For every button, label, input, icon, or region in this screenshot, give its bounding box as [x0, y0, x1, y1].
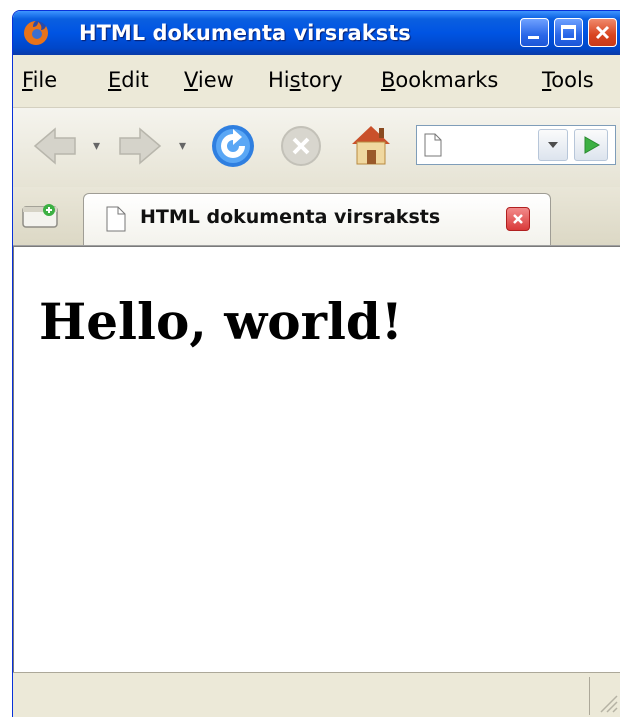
- status-separator: [589, 677, 590, 715]
- menu-edit[interactable]: Edit: [108, 68, 149, 92]
- forward-arrow-icon[interactable]: [118, 126, 162, 166]
- page-icon: [106, 206, 126, 232]
- close-icon: [595, 25, 610, 40]
- title-bar[interactable]: HTML dokumenta virsraksts: [13, 11, 620, 55]
- forward-dropdown-icon[interactable]: ▾: [179, 138, 186, 154]
- firefox-icon: [24, 21, 48, 45]
- tab-title: HTML dokumenta virsraksts: [140, 206, 441, 228]
- reload-icon[interactable]: [209, 122, 257, 170]
- url-input[interactable]: [447, 132, 541, 160]
- maximize-button[interactable]: [554, 18, 583, 47]
- url-dropdown-button[interactable]: [538, 129, 568, 161]
- navigation-toolbar: ▾ ▾: [13, 107, 620, 188]
- tab-strip: HTML dokumenta virsraksts: [13, 187, 620, 246]
- menu-file[interactable]: File: [22, 68, 57, 92]
- home-icon[interactable]: [348, 122, 394, 168]
- menu-tools[interactable]: Tools: [542, 68, 594, 92]
- go-button[interactable]: [574, 129, 608, 161]
- url-bar[interactable]: [416, 125, 616, 165]
- status-bar: [13, 672, 620, 717]
- browser-window: HTML dokumenta virsraksts File Edit View…: [12, 10, 620, 717]
- menu-bar: File Edit View History Bookmarks Tools: [13, 55, 620, 107]
- back-dropdown-icon[interactable]: ▾: [93, 138, 100, 154]
- close-icon: [513, 214, 523, 224]
- new-tab-icon[interactable]: [21, 201, 61, 231]
- maximize-icon: [561, 25, 576, 40]
- tab-close-button[interactable]: [506, 207, 530, 231]
- back-arrow-icon[interactable]: [33, 126, 77, 166]
- minimize-icon: [528, 36, 539, 39]
- minimize-button[interactable]: [520, 18, 549, 47]
- stop-icon[interactable]: [279, 124, 323, 168]
- menu-bookmarks[interactable]: Bookmarks: [381, 68, 498, 92]
- page-icon: [424, 133, 442, 157]
- go-arrow-icon: [584, 136, 601, 154]
- resize-grip-icon[interactable]: [595, 690, 619, 714]
- page-heading: Hello, world!: [39, 292, 403, 351]
- menu-history[interactable]: History: [268, 68, 343, 92]
- window-title: HTML dokumenta virsraksts: [79, 21, 411, 45]
- tab-active[interactable]: HTML dokumenta virsraksts: [83, 193, 551, 245]
- close-button[interactable]: [588, 18, 617, 47]
- page-content: Hello, world!: [13, 246, 620, 673]
- dropdown-arrow-icon: [548, 142, 558, 148]
- menu-view[interactable]: View: [184, 68, 234, 92]
